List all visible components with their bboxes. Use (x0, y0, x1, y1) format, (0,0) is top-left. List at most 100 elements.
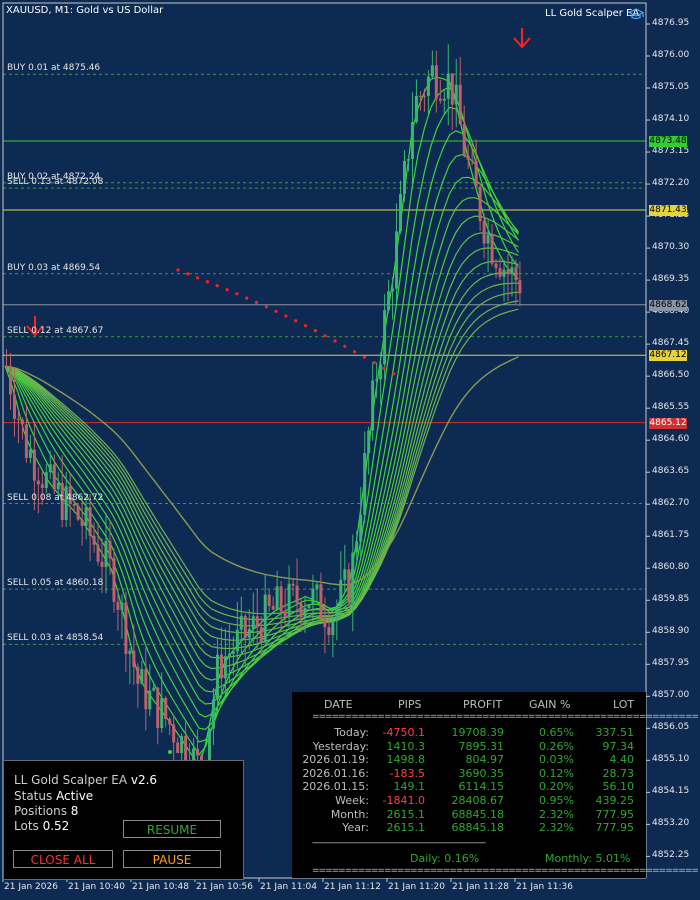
bull-candle (56, 483, 60, 490)
trend-projection-dot (372, 361, 376, 365)
bear-candle (474, 160, 478, 187)
price-tag: 4865.12 (649, 417, 687, 429)
bear-candle (168, 718, 172, 725)
resume-button[interactable]: RESUME (123, 820, 221, 838)
bull-candle (375, 379, 379, 381)
panel-title: LL Gold Scalper EA v2.6 (14, 773, 158, 787)
bear-candle (96, 544, 100, 562)
bull-candle (371, 380, 375, 431)
price-tick-label: 4874.10 (652, 114, 690, 125)
performance-stats-table: DATE PIPS PROFIT GAIN % LOT ============… (292, 692, 699, 878)
bear-candle (112, 558, 116, 602)
bear-candle (518, 280, 522, 294)
stats-cell-lot: 777.95 (595, 807, 635, 821)
stats-cell-pips: 1498.8 (386, 753, 426, 767)
time-tick-label: 21 Jan 11:28 (452, 882, 509, 892)
price-tick-label: 4876.95 (652, 18, 690, 28)
bull-candle (152, 687, 156, 691)
stats-cell-gain: 0.65% (539, 726, 574, 739)
price-tick-label: 4857.95 (652, 658, 690, 669)
bull-candle (311, 588, 315, 605)
bear-candle (124, 602, 128, 655)
bull-candle (383, 310, 387, 365)
price-tick-label: 4860.80 (652, 562, 690, 573)
stats-cell-date: Yesterday: (312, 739, 369, 753)
bear-candle (243, 615, 247, 638)
bear-candle (482, 221, 486, 244)
stats-cell-date: 2026.01.16: (302, 766, 369, 780)
bull-candle (335, 606, 339, 622)
bull-candle (104, 540, 108, 568)
bull-candle (303, 607, 307, 618)
bear-candle (132, 650, 136, 668)
price-tick-label: 4852.25 (652, 850, 690, 861)
bear-candle (478, 186, 482, 222)
bull-candle (430, 65, 434, 77)
time-tick-label: 21 Jan 11:20 (388, 882, 445, 892)
bear-candle (80, 519, 84, 527)
bull-candle (251, 616, 255, 629)
bear-candle (136, 667, 140, 684)
bull-candle (235, 629, 239, 652)
price-tick-label: 4873.15 (652, 146, 690, 157)
price-tick-label: 4853.20 (652, 818, 690, 829)
stats-cell-lot: 56.10 (602, 780, 635, 794)
stats-cell-pips: 149.1 (393, 780, 426, 794)
bear-candle (5, 366, 8, 368)
bull-candle (363, 452, 367, 515)
stats-cell-gain: 0.95% (539, 794, 574, 807)
bear-candle (156, 687, 160, 729)
stats-cell-profit: 68845.18 (451, 807, 505, 821)
bull-candle (211, 699, 215, 729)
bear-candle (100, 561, 104, 568)
stats-cell-lot: 337.51 (595, 726, 635, 739)
ea-name-label: LL Gold Scalper EA (545, 8, 640, 19)
bull-candle (403, 160, 406, 195)
trend-projection-dot (186, 272, 190, 276)
trend-projection-dot (313, 329, 317, 333)
bear-candle (291, 583, 295, 586)
sell-signal-arrow-icon (513, 28, 531, 49)
price-tick-label: 4867.45 (652, 338, 690, 349)
order-level-label: BUY 0.03 at 4869.54 (7, 262, 101, 273)
trend-projection-dot (205, 280, 209, 284)
stats-cell-profit: 68845.18 (451, 821, 505, 835)
bull-candle (287, 583, 291, 618)
col-header-pips: PIPS (398, 698, 422, 711)
bear-candle (299, 603, 303, 618)
graduation-cap-icon (628, 8, 644, 20)
bull-candle (510, 267, 514, 275)
bull-candle (140, 669, 144, 684)
stats-cell-gain: 2.32% (539, 807, 574, 821)
price-tick-label: 4876.00 (652, 50, 690, 60)
trend-projection-dot (274, 309, 278, 313)
bull-candle (442, 98, 446, 101)
price-tag: 4871.43 (649, 205, 687, 217)
bull-candle (28, 449, 32, 459)
trend-projection-dot (353, 350, 357, 354)
bear-candle (52, 464, 56, 490)
price-tick-label: 4864.60 (652, 434, 690, 445)
bull-candle (426, 76, 430, 96)
bull-candle (180, 736, 184, 753)
bull-candle (367, 430, 371, 453)
bull-candle (406, 159, 410, 161)
daily-gain-label: Daily: 0.16% (410, 852, 480, 865)
close-all-button[interactable]: CLOSE ALL (13, 850, 113, 868)
bull-candle (64, 486, 68, 521)
footer-separator: ========================================… (312, 866, 699, 876)
order-level-label: BUY 0.01 at 4875.46 (7, 63, 101, 74)
chart-window[interactable]: XAUUSD, M1: Gold vs US Dollar LL Gold Sc… (0, 0, 700, 900)
trend-projection-dot (323, 334, 327, 338)
stats-cell-profit: 3690.35 (458, 766, 505, 780)
stats-cell-pips: -1841.0 (382, 794, 425, 807)
bear-candle (40, 484, 44, 489)
bear-candle (283, 611, 287, 618)
trend-projection-dot (343, 344, 347, 348)
bear-candle (319, 584, 323, 620)
pause-button[interactable]: PAUSE (123, 850, 221, 868)
price-tick-label: 4857.00 (652, 690, 690, 701)
bull-candle (395, 231, 399, 289)
bear-candle (176, 742, 180, 753)
bull-candle (231, 651, 235, 654)
